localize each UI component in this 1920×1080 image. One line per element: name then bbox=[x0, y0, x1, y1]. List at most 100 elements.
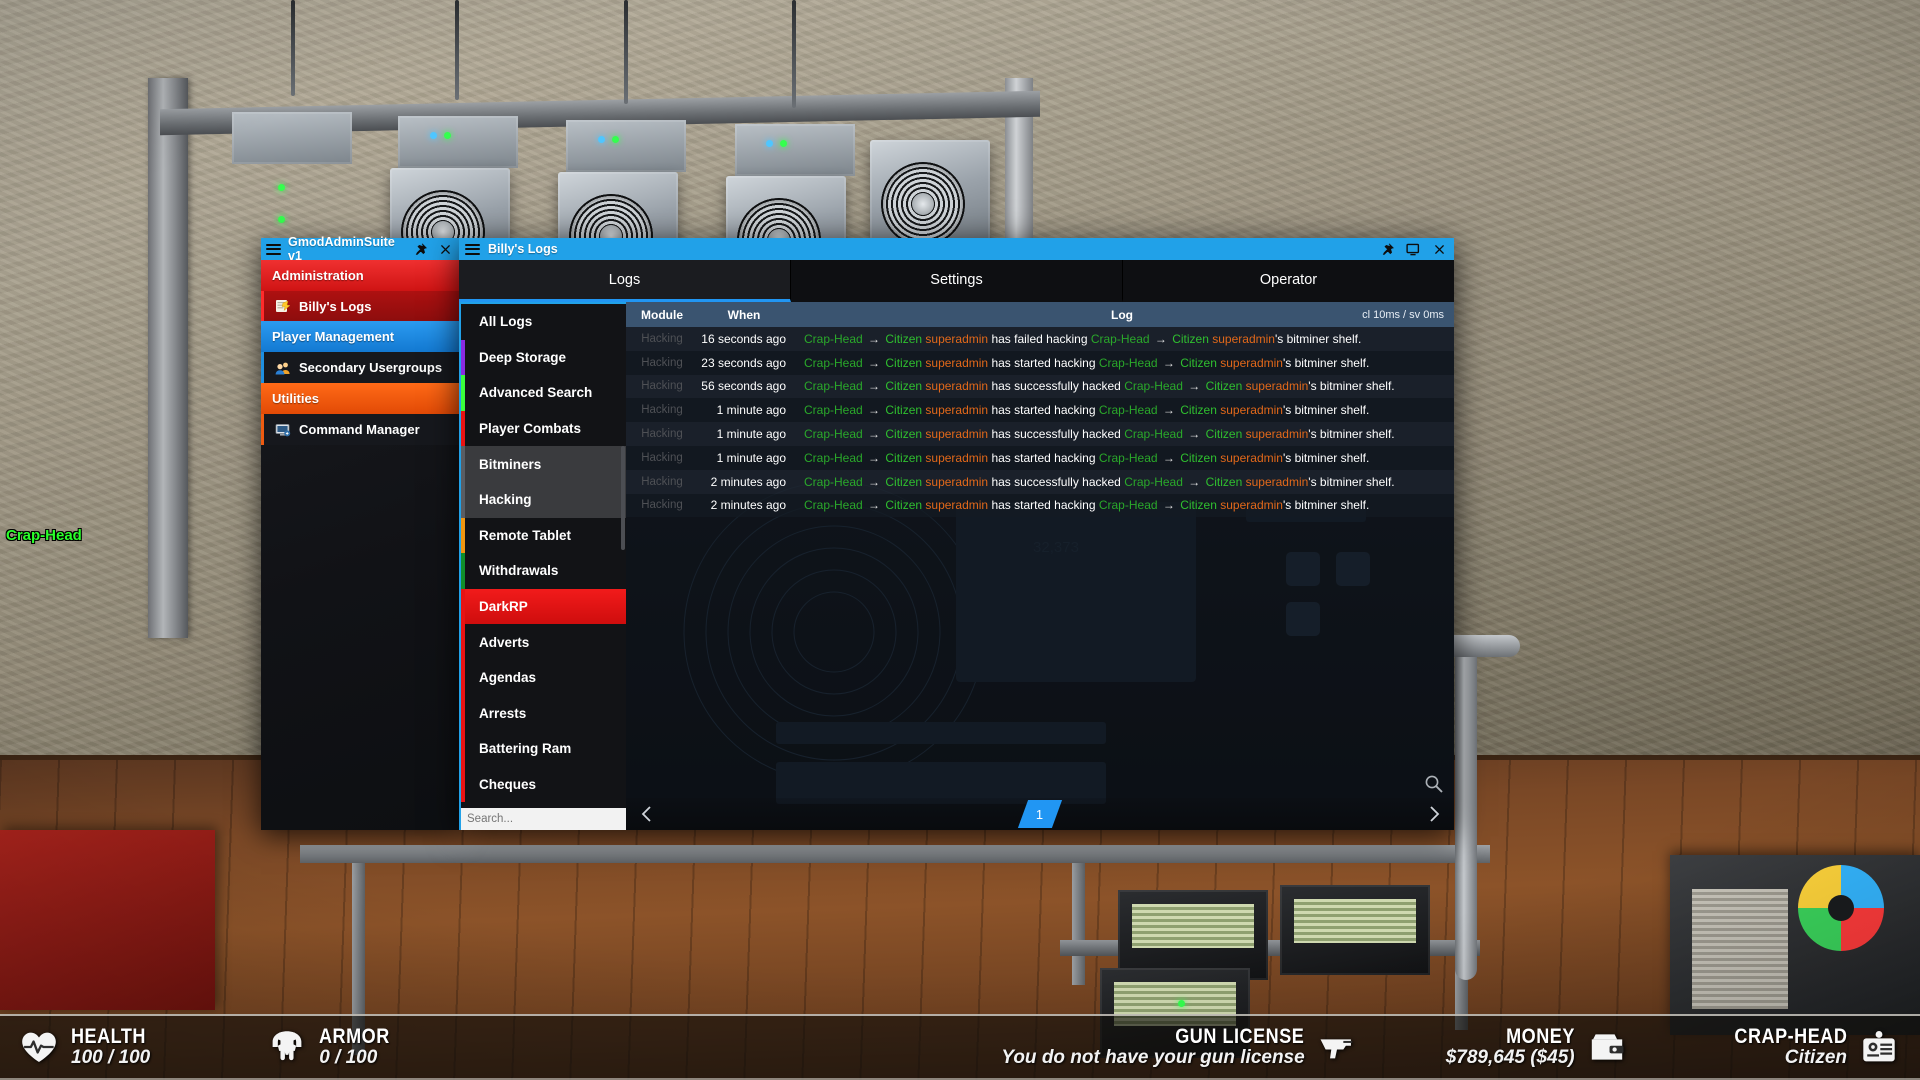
status-led-rack-2 bbox=[278, 216, 285, 223]
admin-window-title: GmodAdminSuite v1 bbox=[288, 235, 395, 263]
antenna-2 bbox=[455, 0, 459, 100]
page-button-1[interactable]: 1 bbox=[1017, 800, 1063, 828]
search-input[interactable] bbox=[461, 808, 626, 830]
hud-health-value: 100 / 100 bbox=[71, 1047, 151, 1069]
logs-pagination[interactable]: 1 bbox=[626, 798, 1454, 830]
lognav-label: DarkRP bbox=[479, 599, 528, 615]
lognav-item-battering-ram[interactable]: Battering Ram bbox=[461, 731, 626, 767]
logs-window-title: Billy's Logs bbox=[488, 242, 558, 256]
chevron-left-icon[interactable] bbox=[626, 805, 666, 823]
lognav-section-darkrp[interactable]: DarkRP bbox=[461, 588, 626, 625]
lognav-item-cheques[interactable]: Cheques bbox=[461, 766, 626, 803]
billys-logs-window[interactable]: Billy's Logs Logs Settings Operator All … bbox=[459, 238, 1454, 830]
table-row[interactable]: Hacking 1 minute ago Crap-Head → Citizen s… bbox=[626, 398, 1454, 423]
page-number-group[interactable]: 1 bbox=[1017, 800, 1063, 828]
maximize-icon[interactable] bbox=[1404, 240, 1422, 258]
logs-category-scroll[interactable]: All Logs Deep Storage Advanced Search Pl… bbox=[461, 304, 626, 808]
bitminer-psu-2 bbox=[398, 116, 518, 168]
table-row[interactable]: Hacking 56 seconds ago Crap-Head → Citizen… bbox=[626, 374, 1454, 399]
cell-log: Crap-Head → Citizen superadmin has succe… bbox=[804, 427, 1395, 442]
lognav-label: Deep Storage bbox=[479, 349, 567, 365]
server-rack-frame-left bbox=[148, 78, 188, 638]
cell-when: 1 minute ago bbox=[716, 450, 786, 465]
sidebar-item-secondary-usergroups[interactable]: Secondary Usergroups bbox=[261, 352, 459, 383]
admin-category-list: Administration Billy's Logs Player Manag… bbox=[261, 260, 459, 830]
lognav-item-player-combats[interactable]: Player Combats bbox=[461, 410, 626, 447]
tab-label: Logs bbox=[608, 271, 641, 288]
category-header-player-management: Player Management bbox=[261, 321, 459, 352]
hud-job-value: Citizen bbox=[1784, 1047, 1847, 1069]
lognav-label: Hacking bbox=[479, 492, 532, 508]
chevron-right-icon[interactable] bbox=[1414, 805, 1454, 823]
status-led-green-2 bbox=[612, 136, 619, 143]
tab-label: Operator bbox=[1259, 271, 1318, 288]
logs-tab-bar[interactable]: Logs Settings Operator bbox=[459, 260, 1454, 302]
lognav-item-remote-tablet[interactable]: Remote Tablet bbox=[461, 517, 626, 554]
close-icon[interactable] bbox=[1430, 240, 1448, 258]
hud-money: MONEY $789,645 ($45) bbox=[1446, 1026, 1626, 1068]
lognav-label: Adverts bbox=[479, 634, 530, 650]
hamburger-icon[interactable] bbox=[465, 243, 480, 255]
lognav-item-deep-storage[interactable]: Deep Storage bbox=[461, 339, 626, 376]
bench-device-1 bbox=[1118, 890, 1268, 980]
column-header-when[interactable]: When bbox=[698, 308, 790, 322]
category-header-administration: Administration bbox=[261, 260, 459, 291]
sidebar-item-command-manager[interactable]: Command Manager bbox=[261, 414, 459, 445]
console-icon bbox=[275, 423, 291, 436]
lognav-label: Bitminers bbox=[479, 456, 542, 472]
cell-log: Crap-Head → Citizen superadmin has start… bbox=[804, 403, 1370, 418]
column-header-module[interactable]: Module bbox=[626, 308, 698, 322]
lognav-item-arrests[interactable]: Arrests bbox=[461, 695, 626, 732]
hud-health-label: HEALTH bbox=[71, 1025, 146, 1049]
table-row[interactable]: Hacking 1 minute ago Crap-Head → Citizen s… bbox=[626, 422, 1454, 446]
table-row[interactable]: Hacking 2 minutes ago Crap-Head → Citizen … bbox=[626, 469, 1454, 494]
cell-when: 2 minutes ago bbox=[710, 498, 786, 513]
supply-crate bbox=[1670, 855, 1920, 1035]
table-row[interactable]: Hacking 1 minute ago Crap-Head → Citizen s… bbox=[626, 445, 1454, 470]
gmod-admin-suite-window[interactable]: GmodAdminSuite v1 Administration Billy's… bbox=[261, 235, 459, 830]
cell-log: Crap-Head → Citizen superadmin has start… bbox=[804, 355, 1370, 370]
lognav-item-hacking[interactable]: Hacking bbox=[461, 481, 626, 518]
lognav-item-adverts[interactable]: Adverts bbox=[461, 624, 626, 660]
hamburger-icon[interactable] bbox=[266, 243, 281, 255]
category-header-utilities: Utilities bbox=[261, 383, 459, 414]
lognav-item-agendas[interactable]: Agendas bbox=[461, 659, 626, 696]
lognav-label: Arrests bbox=[479, 705, 527, 721]
table-row[interactable]: Hacking 23 seconds ago Crap-Head → Citizen… bbox=[626, 350, 1454, 375]
bitminer-psu-4 bbox=[735, 124, 855, 176]
svg-text:32,373: 32,373 bbox=[1033, 539, 1079, 556]
cell-module: Hacking bbox=[641, 404, 683, 417]
cell-log: Crap-Head → Citizen superadmin has start… bbox=[804, 498, 1370, 513]
magnify-icon[interactable] bbox=[1424, 774, 1444, 794]
cell-module: Hacking bbox=[641, 451, 683, 464]
lognav-label: Agendas bbox=[479, 670, 537, 686]
bench-device-2 bbox=[1280, 885, 1430, 975]
tab-settings[interactable]: Settings bbox=[791, 260, 1123, 302]
logs-window-titlebar[interactable]: Billy's Logs bbox=[459, 238, 1454, 260]
close-icon[interactable] bbox=[436, 240, 454, 258]
status-led-rack-1 bbox=[278, 184, 285, 191]
tab-operator[interactable]: Operator bbox=[1123, 260, 1454, 302]
lognav-item-all-logs[interactable]: All Logs bbox=[461, 304, 626, 340]
lognav-item-advanced-search[interactable]: Advanced Search bbox=[461, 375, 626, 411]
pin-icon[interactable] bbox=[1378, 240, 1396, 258]
table-row[interactable]: Hacking 16 seconds ago Crap-Head → Citizen… bbox=[626, 327, 1454, 351]
lognav-label: Remote Tablet bbox=[479, 527, 572, 543]
hud-money-label: MONEY bbox=[1505, 1025, 1575, 1049]
admin-window-titlebar[interactable]: GmodAdminSuite v1 bbox=[261, 235, 459, 263]
lognav-item-withdrawals[interactable]: Withdrawals bbox=[461, 553, 626, 589]
logs-icon bbox=[276, 300, 291, 312]
table-row[interactable]: Hacking 2 minutes ago Crap-Head → Citizen … bbox=[626, 493, 1454, 518]
sidebar-item-billys-logs[interactable]: Billy's Logs bbox=[261, 291, 459, 321]
tab-logs[interactable]: Logs bbox=[459, 260, 791, 302]
game-hud: HEALTH 100 / 100 ARMOR 0 / 100 GUN LICEN… bbox=[0, 1014, 1920, 1080]
pin-icon[interactable] bbox=[411, 240, 429, 258]
hud-job-label: CRAP-HEAD bbox=[1733, 1025, 1847, 1049]
lognav-label: Cheques bbox=[479, 777, 537, 793]
hud-armor-label: ARMOR bbox=[319, 1025, 391, 1049]
lognav-scrollbar[interactable] bbox=[621, 446, 625, 550]
logs-category-nav[interactable]: All Logs Deep Storage Advanced Search Pl… bbox=[459, 302, 626, 830]
column-header-log[interactable]: Log bbox=[790, 308, 1454, 322]
lognav-item-bitminers[interactable]: Bitminers bbox=[461, 446, 626, 482]
cell-module: Hacking bbox=[641, 356, 683, 369]
